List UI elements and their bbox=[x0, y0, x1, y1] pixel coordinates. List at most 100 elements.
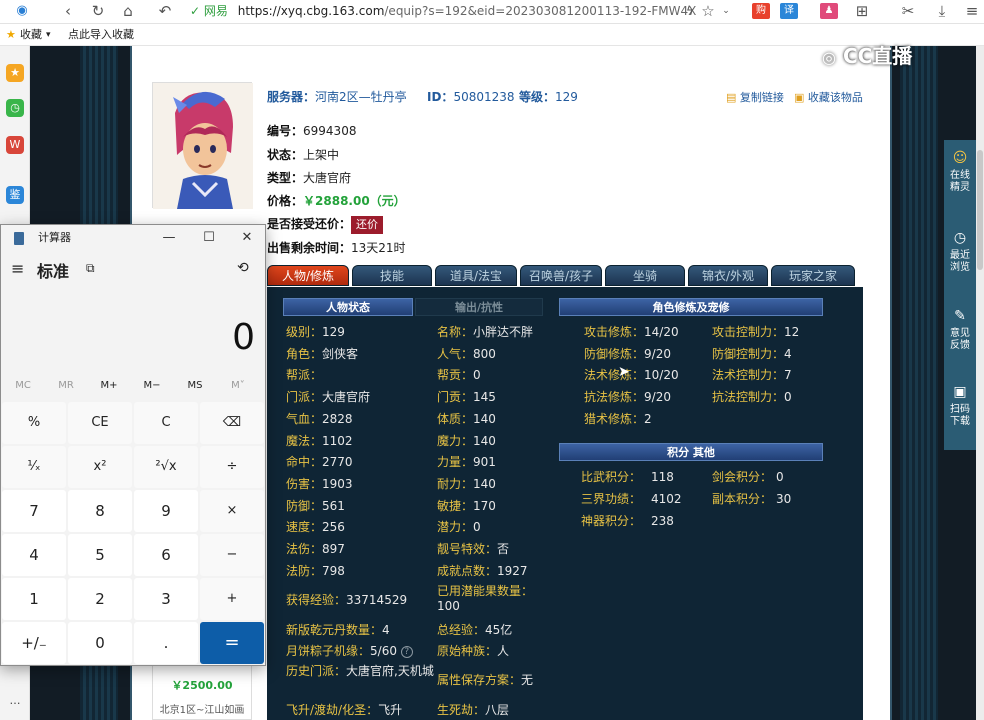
history-icon[interactable]: ⟲ bbox=[237, 260, 249, 276]
rail-recent[interactable]: ◷ 最近 浏览 bbox=[944, 230, 976, 274]
resist-header[interactable]: 输出/抗性 bbox=[415, 298, 543, 316]
star-icon[interactable]: ☆ bbox=[700, 0, 716, 22]
close-button[interactable]: ✕ bbox=[229, 225, 265, 251]
stat-magic-power: 魔力：140 bbox=[437, 434, 496, 448]
memory-list-button[interactable]: M˅ bbox=[216, 375, 260, 397]
address-bar[interactable]: ✓ 网易 https://xyq.cbg.163.com/equip?s=192… bbox=[190, 2, 725, 20]
rail-feedback[interactable]: ✎ 意见 反馈 bbox=[944, 308, 976, 352]
clear-button[interactable]: C bbox=[134, 402, 198, 444]
download-icon[interactable]: ⤓ bbox=[932, 0, 952, 22]
negate-button[interactable]: +/₋ bbox=[2, 622, 66, 664]
equals-button[interactable]: = bbox=[200, 622, 264, 664]
apps-icon[interactable]: ⊞ bbox=[852, 0, 872, 22]
bookmark-import-link[interactable]: 点此导入收藏 bbox=[68, 24, 134, 46]
chevron-down-icon[interactable]: ▾ bbox=[46, 24, 51, 46]
decimal-button[interactable]: . bbox=[134, 622, 198, 664]
remain-line: 出售剩余时间：13天21时 bbox=[267, 239, 406, 256]
digit-5-button[interactable]: 5 bbox=[68, 534, 132, 576]
document-icon[interactable]: W bbox=[6, 136, 24, 154]
multiply-button[interactable]: × bbox=[200, 490, 264, 532]
translate-extension-icon[interactable]: 译 bbox=[780, 3, 798, 19]
tab-skills[interactable]: 技能 bbox=[352, 265, 432, 286]
control-defense: 防御控制力：4 bbox=[712, 347, 792, 361]
stream-watermark: ◎ CC直播 bbox=[822, 44, 913, 68]
stat-name: 名称：小胖达不胖 bbox=[437, 325, 534, 339]
memory-clear-button[interactable]: MC bbox=[1, 375, 45, 397]
favorites-icon[interactable]: ★ bbox=[6, 64, 24, 82]
undo-icon[interactable]: ↶ bbox=[152, 0, 178, 22]
tab-mounts[interactable]: 坐骑 bbox=[605, 265, 685, 286]
minus-button[interactable]: − bbox=[200, 534, 264, 576]
lightning-icon[interactable]: ϟ bbox=[682, 0, 698, 22]
hamburger-icon[interactable]: ≡ bbox=[11, 259, 24, 278]
calculator-titlebar[interactable]: 计算器 — ☐ ✕ bbox=[1, 225, 265, 251]
reload-icon[interactable]: ↻ bbox=[88, 0, 108, 22]
digit-8-button[interactable]: 8 bbox=[68, 490, 132, 532]
memory-recall-button[interactable]: MR bbox=[44, 375, 88, 397]
memory-subtract-button[interactable]: M− bbox=[130, 375, 174, 397]
reciprocal-button[interactable]: ¹⁄ₓ bbox=[2, 446, 66, 488]
number-value: 6994308 bbox=[303, 124, 357, 138]
type-line: 类型：大唐官府 bbox=[267, 169, 351, 186]
remain-label: 出售剩余时间： bbox=[267, 241, 352, 255]
calculator-app-icon bbox=[14, 232, 24, 245]
digit-7-button[interactable]: 7 bbox=[2, 490, 66, 532]
digit-6-button[interactable]: 6 bbox=[134, 534, 198, 576]
clock-icon[interactable]: ◷ bbox=[6, 99, 24, 117]
tab-items[interactable]: 道具/法宝 bbox=[435, 265, 517, 286]
stat-race: 原始种族：人 bbox=[437, 644, 510, 658]
help-icon[interactable]: ? bbox=[400, 645, 413, 658]
memory-store-button[interactable]: MS bbox=[173, 375, 217, 397]
menu-icon[interactable]: ≡ bbox=[962, 0, 982, 22]
page-scrollbar[interactable] bbox=[976, 46, 984, 720]
stat-experience: 获得经验：33714529 bbox=[286, 593, 408, 607]
backspace-button[interactable]: ⌫ bbox=[200, 402, 264, 444]
stat-total-exp: 总经验：45亿 bbox=[437, 623, 513, 637]
bookmarks-menu[interactable]: 收藏 bbox=[20, 24, 42, 46]
stat-potential: 潜力：0 bbox=[437, 520, 481, 534]
related-item-card[interactable]: 8471150# ￥2500.00 北京1区~江山如画 bbox=[152, 658, 252, 720]
rail-online-helper[interactable]: ☺ 在线 精灵 bbox=[944, 150, 976, 194]
more-icon[interactable]: … bbox=[6, 692, 24, 710]
tab-pets[interactable]: 召唤兽/孩子 bbox=[520, 265, 602, 286]
maximize-button[interactable]: ☐ bbox=[191, 225, 227, 251]
shop-extension-icon[interactable]: 购 bbox=[752, 3, 770, 19]
digit-2-button[interactable]: 2 bbox=[68, 578, 132, 620]
digit-9-button[interactable]: 9 bbox=[134, 490, 198, 532]
bookmark-star-icon: ★ bbox=[6, 28, 16, 41]
scrollbar-thumb[interactable] bbox=[977, 150, 983, 270]
square-root-button[interactable]: ²√x bbox=[134, 446, 198, 488]
cultivation-defense: 防御修炼：9/20 bbox=[584, 347, 671, 361]
square-button[interactable]: x² bbox=[68, 446, 132, 488]
minimize-button[interactable]: — bbox=[151, 225, 187, 251]
back-icon[interactable]: ‹ bbox=[58, 0, 78, 22]
favorite-link[interactable]: ▣ 收藏该物品 bbox=[794, 89, 863, 105]
digit-3-button[interactable]: 3 bbox=[134, 578, 198, 620]
cultivation-hunting: 猎术修炼：2 bbox=[584, 412, 652, 426]
rail-download[interactable]: ▣ 扫码 下载 bbox=[944, 384, 976, 428]
digit-4-button[interactable]: 4 bbox=[2, 534, 66, 576]
percent-button[interactable]: % bbox=[2, 402, 66, 444]
points-merit: 三界功绩： 4102 bbox=[581, 492, 682, 506]
home-icon[interactable]: ⌂ bbox=[118, 0, 138, 22]
cultivation-resist: 抗法修炼：9/20 bbox=[584, 390, 671, 404]
server-label: 服务器： bbox=[267, 90, 316, 104]
memory-add-button[interactable]: M+ bbox=[87, 375, 131, 397]
scissors-icon[interactable]: ✂ bbox=[898, 0, 918, 22]
digit-0-button[interactable]: 0 bbox=[68, 622, 132, 664]
copy-link[interactable]: ▤ 复制链接 bbox=[726, 89, 784, 105]
tab-character[interactable]: 人物/修炼 bbox=[267, 265, 349, 286]
tab-home[interactable]: 玩家之家 bbox=[771, 265, 855, 286]
keep-on-top-icon[interactable]: ⧉ bbox=[86, 261, 95, 276]
digit-1-button[interactable]: 1 bbox=[2, 578, 66, 620]
tab-outfits[interactable]: 锦衣/外观 bbox=[688, 265, 768, 286]
divide-button[interactable]: ÷ bbox=[200, 446, 264, 488]
translate-icon[interactable]: 鉴 bbox=[6, 186, 24, 204]
game-extension-icon[interactable]: ♟ bbox=[820, 3, 838, 19]
calculator-mode-bar: ≡ 标准 ⧉ ⟲ bbox=[1, 255, 265, 285]
dropdown-icon[interactable]: ⌄ bbox=[720, 0, 732, 22]
clear-entry-button[interactable]: CE bbox=[68, 402, 132, 444]
browser-toolbar: ◉ ‹ ↻ ⌂ ↶ ✓ 网易 https://xyq.cbg.163.com/e… bbox=[0, 0, 984, 24]
bargain-button[interactable]: 还价 bbox=[351, 216, 384, 234]
plus-button[interactable]: + bbox=[200, 578, 264, 620]
